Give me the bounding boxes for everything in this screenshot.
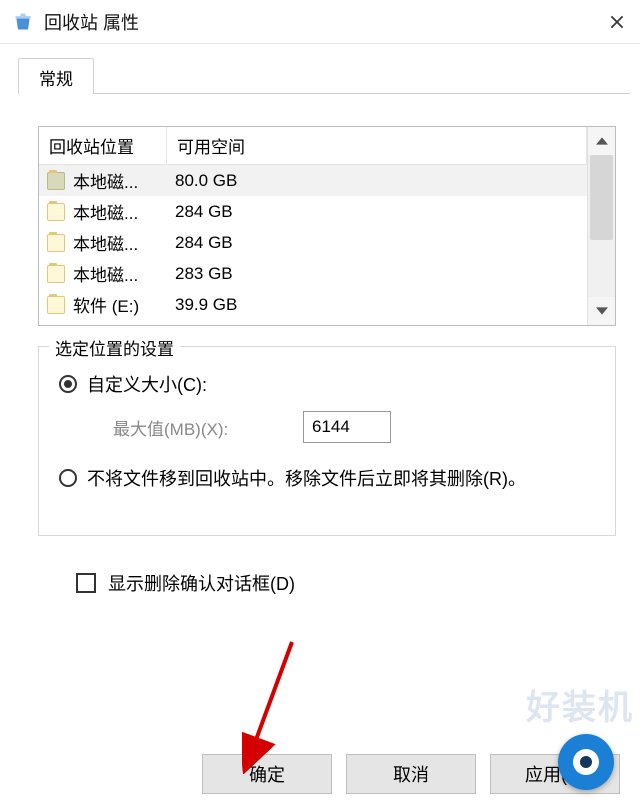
ok-button[interactable]: 确定 xyxy=(202,754,332,794)
cancel-button[interactable]: 取消 xyxy=(346,754,476,794)
tabstrip: 常规 xyxy=(18,58,640,94)
scroll-down-button[interactable] xyxy=(588,297,615,325)
settings-group: 选定位置的设置 自定义大小(C): 最大值(MB)(X): 不将文件移到回收站中… xyxy=(38,346,616,536)
confirm-delete-checkbox[interactable]: 显示删除确认对话框(D) xyxy=(76,570,616,596)
tab-panel: 回收站位置 可用空间 本地磁... 80.0 GB 本地磁... 284 GB … xyxy=(18,94,630,608)
drive-list-content: 回收站位置 可用空间 本地磁... 80.0 GB 本地磁... 284 GB … xyxy=(39,127,587,325)
folder-icon xyxy=(47,296,65,314)
row-space: 284 GB xyxy=(173,202,233,222)
list-row[interactable]: 本地磁... 284 GB xyxy=(39,227,587,258)
row-name: 本地磁... xyxy=(73,261,173,286)
radio-icon xyxy=(59,469,77,487)
confirm-label: 显示删除确认对话框(D) xyxy=(108,570,295,596)
watermark-text: 好装机 xyxy=(526,680,634,729)
row-name: 本地磁... xyxy=(73,230,173,255)
row-space: 283 GB xyxy=(173,264,233,284)
drive-list: 回收站位置 可用空间 本地磁... 80.0 GB 本地磁... 284 GB … xyxy=(38,126,616,326)
tab-general[interactable]: 常规 xyxy=(18,58,94,94)
row-space: 284 GB xyxy=(173,233,233,253)
scroll-up-button[interactable] xyxy=(588,127,615,155)
row-space: 39.9 GB xyxy=(173,295,237,315)
titlebar: 回收站 属性 xyxy=(0,0,640,44)
radio-icon xyxy=(59,375,77,393)
recycle-bin-icon xyxy=(12,11,34,33)
radio-nomove-label: 不将文件移到回收站中。移除文件后立即将其删除(R)。 xyxy=(87,465,526,491)
max-size-row: 最大值(MB)(X): xyxy=(113,411,597,443)
row-name: 本地磁... xyxy=(73,199,173,224)
scroll-track[interactable] xyxy=(588,155,615,297)
group-title: 选定位置的设置 xyxy=(49,335,180,360)
list-header: 回收站位置 可用空间 xyxy=(39,127,587,165)
window-title: 回收站 属性 xyxy=(44,9,594,35)
row-name: 本地磁... xyxy=(73,168,173,193)
header-space[interactable]: 可用空间 xyxy=(167,127,587,164)
annotation-arrow-icon xyxy=(242,634,302,774)
list-row[interactable]: 本地磁... 80.0 GB xyxy=(39,165,587,196)
folder-icon xyxy=(47,234,65,252)
row-name: 软件 (E:) xyxy=(73,292,173,317)
list-row[interactable]: 本地磁... 283 GB xyxy=(39,258,587,289)
folder-icon xyxy=(47,172,65,190)
watermark-logo-icon xyxy=(558,734,614,790)
list-row[interactable]: 软件 (E:) 39.9 GB xyxy=(39,289,587,320)
list-row[interactable]: 本地磁... 284 GB xyxy=(39,196,587,227)
radio-custom-size[interactable]: 自定义大小(C): xyxy=(59,371,597,397)
close-button[interactable] xyxy=(594,0,640,44)
radio-no-recycle[interactable]: 不将文件移到回收站中。移除文件后立即将其删除(R)。 xyxy=(59,465,597,491)
row-space: 80.0 GB xyxy=(173,171,237,191)
max-size-input[interactable] xyxy=(303,411,391,443)
header-location[interactable]: 回收站位置 xyxy=(39,127,167,164)
folder-icon xyxy=(47,203,65,221)
folder-icon xyxy=(47,265,65,283)
scrollbar[interactable] xyxy=(587,127,615,325)
checkbox-icon xyxy=(76,573,96,593)
scroll-thumb[interactable] xyxy=(590,155,613,240)
max-size-label: 最大值(MB)(X): xyxy=(113,415,303,440)
radio-custom-label: 自定义大小(C): xyxy=(87,371,207,397)
